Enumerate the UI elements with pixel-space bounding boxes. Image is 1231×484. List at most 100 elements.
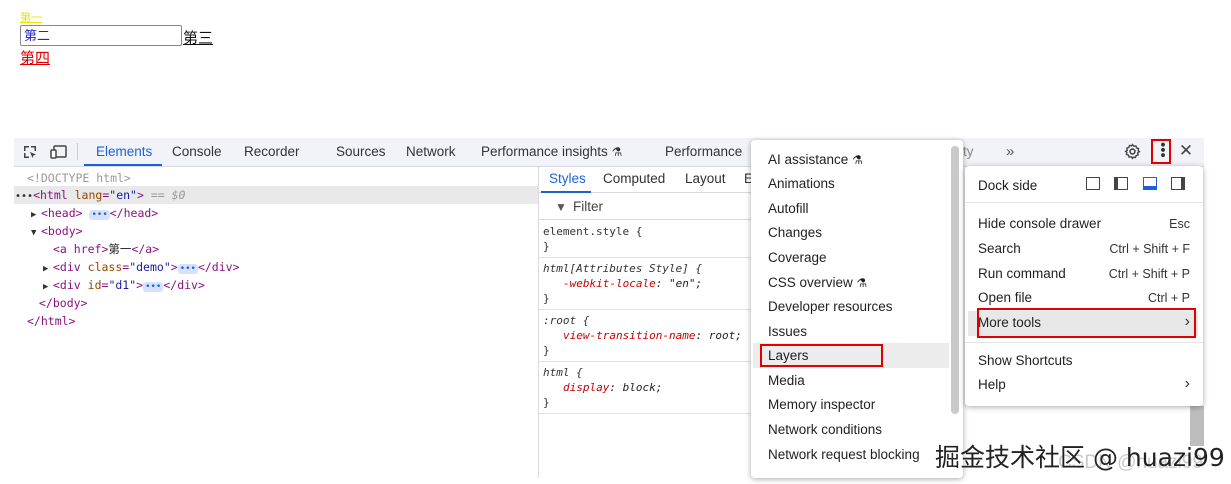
property-name: display <box>563 381 610 394</box>
tree-row-div-demo[interactable]: ▶ <div class="demo"> ••• </div> <box>14 258 567 276</box>
selected-marker: == $0 <box>150 188 186 202</box>
tab-console[interactable]: Console <box>172 143 222 161</box>
menu-item-developer-resources[interactable]: Developer resources <box>768 298 893 316</box>
menu-item-network-conditions[interactable]: Network conditions <box>768 421 882 439</box>
rule-selector: :root { <box>543 314 590 327</box>
rule-selector: html[Attributes Style] { <box>543 262 702 275</box>
text-input[interactable]: 第二 <box>20 25 182 46</box>
elements-tree: <!DOCTYPE html> •••<html lang="en"> == $… <box>14 166 538 478</box>
menu-item-label: Open file <box>978 290 1033 305</box>
menu-item-shortcut: Ctrl + P <box>1147 291 1190 305</box>
menu-item-search[interactable]: Search Ctrl + Shift + F <box>965 239 1203 259</box>
tree-row-body[interactable]: ▼ <body> <box>14 222 555 240</box>
menu-item-autofill[interactable]: Autofill <box>768 200 809 218</box>
tree-doctype[interactable]: <!DOCTYPE html> <box>14 169 551 187</box>
tab-computed[interactable]: Computed <box>603 171 665 186</box>
menu-item-help[interactable]: Help › <box>965 375 1203 395</box>
tree-row-body-close[interactable]: </body> <box>14 294 563 312</box>
toolbar-divider <box>77 143 78 160</box>
link-fourth[interactable]: 第四 <box>20 47 50 68</box>
collapsed-dots-icon[interactable]: ••• <box>177 264 198 274</box>
menu-item-coverage[interactable]: Coverage <box>768 249 827 267</box>
tab-sources[interactable]: Sources <box>336 143 386 161</box>
customize-menu-button[interactable]: ••• <box>1151 139 1171 164</box>
head-tag: <head> <box>41 206 83 220</box>
menu-item-label: Run command <box>978 266 1066 281</box>
tab-performance[interactable]: Performance <box>665 143 742 161</box>
highlight-box-more-tools <box>977 308 1196 338</box>
settings-gear-icon[interactable] <box>1124 143 1141 160</box>
menu-item-shortcut: Esc <box>1169 217 1190 231</box>
rule-divider <box>539 361 754 362</box>
undock-icon[interactable] <box>1086 177 1100 190</box>
more-tools-submenu: AI assistance ⚗ Animations Autofill Chan… <box>751 140 963 478</box>
menu-item-open-file[interactable]: Open file Ctrl + P <box>965 288 1203 308</box>
experiment-flask-icon: ⚗ <box>852 153 863 167</box>
row-more-icon: ••• <box>15 191 34 202</box>
more-tabs-icon[interactable]: » <box>1006 143 1014 161</box>
device-toolbar-icon[interactable] <box>50 144 67 160</box>
head-close-tag: </head> <box>109 206 159 220</box>
tag-open: <html <box>33 188 68 202</box>
dock-bottom-icon[interactable] <box>1143 177 1157 190</box>
rule-attributes-style[interactable]: html[Attributes Style] { -webkit-locale:… <box>543 261 702 306</box>
rule-divider <box>539 257 754 258</box>
filter-funnel-icon: ▼ <box>555 200 567 214</box>
tree-row-html-close[interactable]: </html> <box>14 312 551 330</box>
link-first[interactable]: 第一 <box>20 12 42 24</box>
a-open-tag: <a href> <box>53 242 109 256</box>
menu-item-shortcut: Ctrl + Shift + F <box>1109 242 1190 256</box>
menu-item-network-request-blocking[interactable]: Network request blocking <box>768 446 920 464</box>
menu-item-issues[interactable]: Issues <box>768 323 807 341</box>
menu-item-ai-assistance[interactable]: AI assistance ⚗ <box>768 151 863 169</box>
menu-item-label: Help <box>978 377 1006 392</box>
attr-name: id <box>87 278 102 292</box>
dock-side-label: Dock side <box>978 178 1038 193</box>
menu-item-css-overview[interactable]: CSS overview ⚗ <box>768 274 867 292</box>
tab-styles[interactable]: Styles <box>549 171 586 186</box>
tag-close-gt: > <box>136 278 144 292</box>
rule-root[interactable]: :root { view-transition-name: root; } <box>543 313 742 358</box>
tab-elements[interactable]: Elements <box>96 143 152 161</box>
attr-value: "en" <box>109 188 137 202</box>
collapsed-dots-icon[interactable]: ••• <box>89 210 110 220</box>
tab-layout[interactable]: Layout <box>685 171 726 186</box>
rule-end: } <box>543 396 550 409</box>
doctype-text: <!DOCTYPE html> <box>27 171 131 185</box>
menu-item-memory-inspector[interactable]: Memory inspector <box>768 396 875 414</box>
collapsed-dots-icon[interactable]: ••• <box>143 282 164 292</box>
tab-network[interactable]: Network <box>406 143 456 161</box>
div-close-tag: </div> <box>197 260 240 274</box>
rule-end: } <box>543 240 550 253</box>
filter-input[interactable]: Filter <box>573 199 603 214</box>
div-open-tag: <div <box>53 260 81 274</box>
menu-item-shortcut: Ctrl + Shift + P <box>1108 267 1190 281</box>
tree-row-html[interactable]: •••<html lang="en"> == $0 <box>14 186 538 204</box>
menu-item-media[interactable]: Media <box>768 372 805 390</box>
experiment-flask-icon: ⚗ <box>611 145 623 159</box>
link-third[interactable]: 第三 <box>183 27 213 48</box>
tree-row-div-d1[interactable]: ▶ <div id="d1"> ••• </div> <box>14 276 567 294</box>
styles-filter-bar: ▼ Filter <box>539 195 754 220</box>
tag-close-gt: > <box>170 260 178 274</box>
tree-row-head[interactable]: ▶ <head> ••• </head> <box>14 204 555 222</box>
dock-left-icon[interactable] <box>1114 177 1128 190</box>
dock-right-icon[interactable] <box>1171 177 1185 190</box>
close-icon[interactable]: ✕ <box>1178 142 1194 159</box>
inspect-element-icon[interactable] <box>22 144 38 160</box>
customize-devtools-menu: Dock side Hide console drawer Esc Search… <box>965 166 1203 406</box>
menu-item-run-command[interactable]: Run command Ctrl + Shift + P <box>965 264 1203 284</box>
menu-item-animations[interactable]: Animations <box>768 175 835 193</box>
tree-row-a[interactable]: <a href>第一</a> <box>14 240 577 258</box>
submenu-scrollbar[interactable] <box>951 146 959 414</box>
tab-performance-insights[interactable]: Performance insights ⚗ <box>481 143 622 161</box>
tab-partial[interactable]: ty <box>963 143 974 161</box>
rule-html[interactable]: html { display: block; } <box>543 365 662 410</box>
tab-recorder[interactable]: Recorder <box>244 143 300 161</box>
menu-item-changes[interactable]: Changes <box>768 224 822 242</box>
styles-tab-indicator <box>541 191 591 193</box>
rule-element-style[interactable]: element.style { } <box>543 224 642 254</box>
body-close-tag: </body> <box>39 296 88 310</box>
menu-item-hide-console-drawer[interactable]: Hide console drawer Esc <box>965 214 1203 234</box>
menu-item-show-shortcuts[interactable]: Show Shortcuts <box>965 351 1203 371</box>
